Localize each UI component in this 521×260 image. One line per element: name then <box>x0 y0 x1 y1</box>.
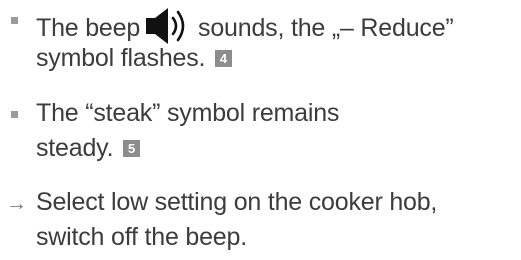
instruction-document: The beep sounds, the „– Reduce” symbol f… <box>0 0 521 260</box>
speaker-icon <box>146 8 185 44</box>
list-item-text: The beep <box>36 14 141 42</box>
arrow-icon: → <box>6 192 27 215</box>
instruction-text: Select low setting on the cooker hob, <box>36 188 438 216</box>
list-item-text: steady. <box>36 134 114 162</box>
bullet-marker <box>11 111 18 118</box>
list-item-text: symbol flashes. <box>36 44 206 72</box>
instruction-text: switch off the beep. <box>36 223 247 251</box>
list-item-text: The “steak” symbol remains <box>36 99 340 127</box>
list-item-line: The “steak” symbol remains <box>36 98 339 128</box>
bullet-marker <box>11 17 18 24</box>
list-item-line: The beep sounds, the „– Reduce” <box>36 6 454 46</box>
list-item-line: symbol flashes. 4 <box>36 43 233 73</box>
instruction-line: Select low setting on the cooker hob, <box>36 187 437 217</box>
figure-reference-badge: 5 <box>123 140 141 157</box>
instruction-line: switch off the beep. <box>36 222 247 252</box>
list-item-line: steady. 5 <box>36 133 141 163</box>
list-item-text: sounds, the „– Reduce” <box>198 14 454 42</box>
figure-reference-badge: 4 <box>215 50 233 67</box>
